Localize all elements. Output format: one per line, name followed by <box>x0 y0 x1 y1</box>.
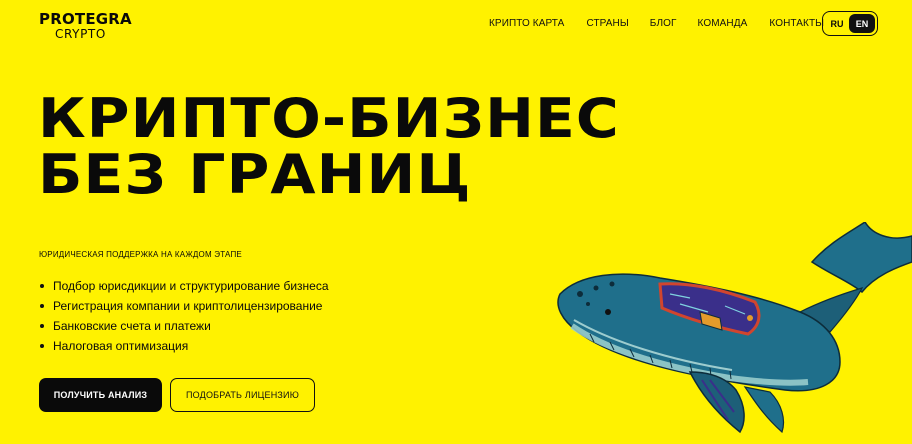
bullet-icon <box>40 284 44 288</box>
bullet-icon <box>40 344 44 348</box>
lang-en-button[interactable]: EN <box>849 14 875 33</box>
hero-title-line-1: КРИПТО-БИЗНЕС <box>38 87 620 150</box>
feature-list: Подбор юрисдикции и структурирование биз… <box>39 276 329 356</box>
lang-ru-button[interactable]: RU <box>825 14 849 33</box>
language-switcher: RU EN <box>822 11 878 36</box>
brand-name: PROTEGRA <box>39 10 132 28</box>
list-item: Регистрация компании и криптолицензирова… <box>39 296 329 316</box>
nav-item-contacts[interactable]: КОНТАКТЫ <box>769 18 824 29</box>
feature-text: Банковские счета и платежи <box>53 319 211 333</box>
feature-text: Регистрация компании и криптолицензирова… <box>53 299 323 313</box>
whale-illustration-icon <box>557 222 912 434</box>
nav-item-countries[interactable]: СТРАНЫ <box>586 18 628 29</box>
brand-sub: CRYPTO <box>55 27 106 41</box>
list-item: Банковские счета и платежи <box>39 316 329 336</box>
main-nav: КРИПТО КАРТА СТРАНЫ БЛОГ КОМАНДА КОНТАКТ… <box>489 18 824 29</box>
nav-item-blog[interactable]: БЛОГ <box>650 18 677 29</box>
feature-text: Подбор юрисдикции и структурирование биз… <box>53 279 329 293</box>
bullet-icon <box>40 304 44 308</box>
brand-logo[interactable]: PROTEGRA CRYPTO <box>39 10 132 41</box>
list-item: Налоговая оптимизация <box>39 336 329 356</box>
bullet-icon <box>40 324 44 328</box>
hero-title-line-2: БЕЗ ГРАНИЦ <box>38 143 472 206</box>
hero-subtitle: ЮРИДИЧЕСКАЯ ПОДДЕРЖКА НА КАЖДОМ ЭТАПЕ <box>39 250 242 259</box>
hero-title: КРИПТО-БИЗНЕС БЕЗ ГРАНИЦ <box>38 91 620 203</box>
get-analysis-button[interactable]: ПОЛУЧИТЬ АНАЛИЗ <box>39 378 162 412</box>
choose-license-button[interactable]: ПОДОБРАТЬ ЛИЦЕНЗИЮ <box>170 378 315 412</box>
list-item: Подбор юрисдикции и структурирование биз… <box>39 276 329 296</box>
nav-item-team[interactable]: КОМАНДА <box>698 18 748 29</box>
nav-item-crypto-card[interactable]: КРИПТО КАРТА <box>489 18 564 29</box>
feature-text: Налоговая оптимизация <box>53 339 189 353</box>
